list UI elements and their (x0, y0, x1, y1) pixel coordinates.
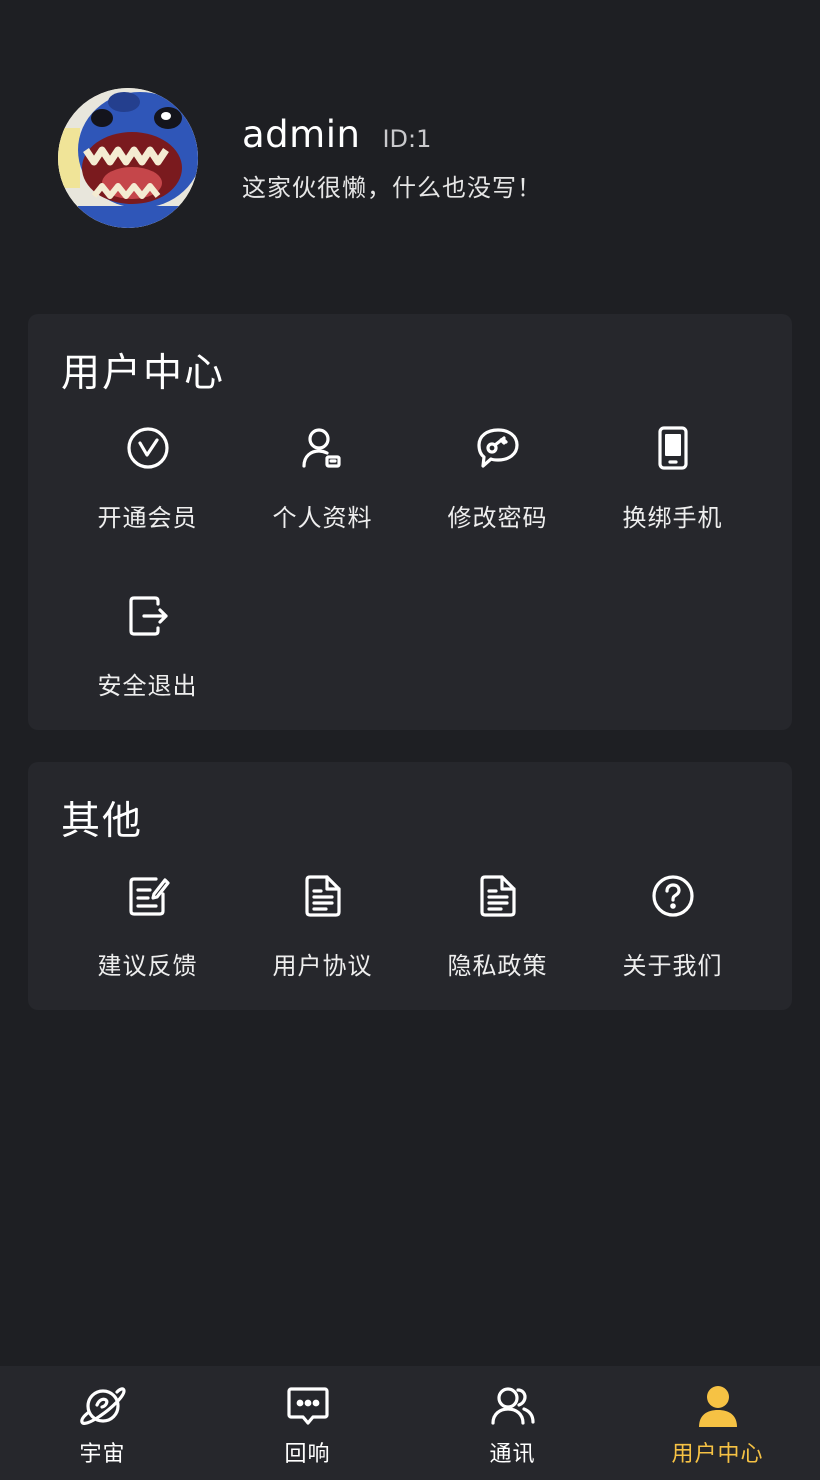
about-us-label: 关于我们 (622, 952, 723, 980)
vip-icon (122, 422, 174, 474)
about-us-button[interactable]: 关于我们 (585, 870, 760, 1038)
change-password-label: 修改密码 (447, 504, 548, 532)
tab-universe-label: 宇宙 (79, 1442, 126, 1467)
tab-contacts[interactable]: 通讯 (410, 1366, 615, 1480)
key-icon (472, 422, 524, 474)
username: admin (242, 113, 361, 156)
other-title: 其他 (61, 799, 144, 844)
tab-echo-label: 回响 (284, 1442, 331, 1467)
user-center-grid: 开通会员 个人资料 修改密码 换绑手机 安全退出 (60, 422, 760, 758)
vip-label: 开通会员 (97, 504, 198, 532)
user-center-card: 用户中心 开通会员 个人资料 修改密码 换绑手机 安全退出 (28, 314, 792, 730)
logout-icon (122, 590, 174, 642)
user-icon (694, 1382, 742, 1430)
profile-button[interactable]: 个人资料 (235, 422, 410, 590)
tab-user-center[interactable]: 用户中心 (615, 1366, 820, 1480)
profile-header: admin ID:1 这家伙很懒，什么也没写！ (58, 88, 542, 228)
user-profile-icon (297, 422, 349, 474)
feedback-button[interactable]: 建议反馈 (60, 870, 235, 1038)
profile-label: 个人资料 (272, 504, 373, 532)
document-icon (472, 870, 524, 922)
bottom-tab-bar: 宇宙 回响 通讯 用户中心 (0, 1366, 820, 1480)
feedback-label: 建议反馈 (97, 952, 198, 980)
rebind-phone-button[interactable]: 换绑手机 (585, 422, 760, 590)
planet-icon (79, 1382, 127, 1430)
tab-echo[interactable]: 回响 (205, 1366, 410, 1480)
vip-button[interactable]: 开通会员 (60, 422, 235, 590)
tab-contacts-label: 通讯 (489, 1442, 536, 1467)
user-bio: 这家伙很懒，什么也没写！ (242, 174, 542, 202)
name-row: admin ID:1 (242, 113, 542, 156)
other-grid: 建议反馈 用户协议 隐私政策 关于我们 (60, 870, 760, 1038)
contacts-icon (489, 1382, 537, 1430)
user-center-page: admin ID:1 这家伙很懒，什么也没写！ 用户中心 开通会员 个人资料 修… (0, 0, 820, 1480)
privacy-policy-button[interactable]: 隐私政策 (410, 870, 585, 1038)
privacy-policy-label: 隐私政策 (447, 952, 548, 980)
change-password-button[interactable]: 修改密码 (410, 422, 585, 590)
user-center-title: 用户中心 (61, 351, 226, 396)
user-agreement-button[interactable]: 用户协议 (235, 870, 410, 1038)
document-icon (297, 870, 349, 922)
profile-info: admin ID:1 这家伙很懒，什么也没写！ (242, 113, 542, 203)
phone-icon (647, 422, 699, 474)
logout-label: 安全退出 (97, 672, 198, 700)
help-icon (647, 870, 699, 922)
avatar[interactable] (58, 88, 198, 228)
user-id: ID:1 (382, 125, 432, 153)
logout-button[interactable]: 安全退出 (60, 590, 235, 758)
chat-icon (284, 1382, 332, 1430)
other-card: 其他 建议反馈 用户协议 隐私政策 关于我们 (28, 762, 792, 1010)
tab-user-center-label: 用户中心 (671, 1442, 764, 1467)
user-agreement-label: 用户协议 (272, 952, 373, 980)
edit-icon (122, 870, 174, 922)
rebind-phone-label: 换绑手机 (622, 504, 723, 532)
tab-universe[interactable]: 宇宙 (0, 1366, 205, 1480)
